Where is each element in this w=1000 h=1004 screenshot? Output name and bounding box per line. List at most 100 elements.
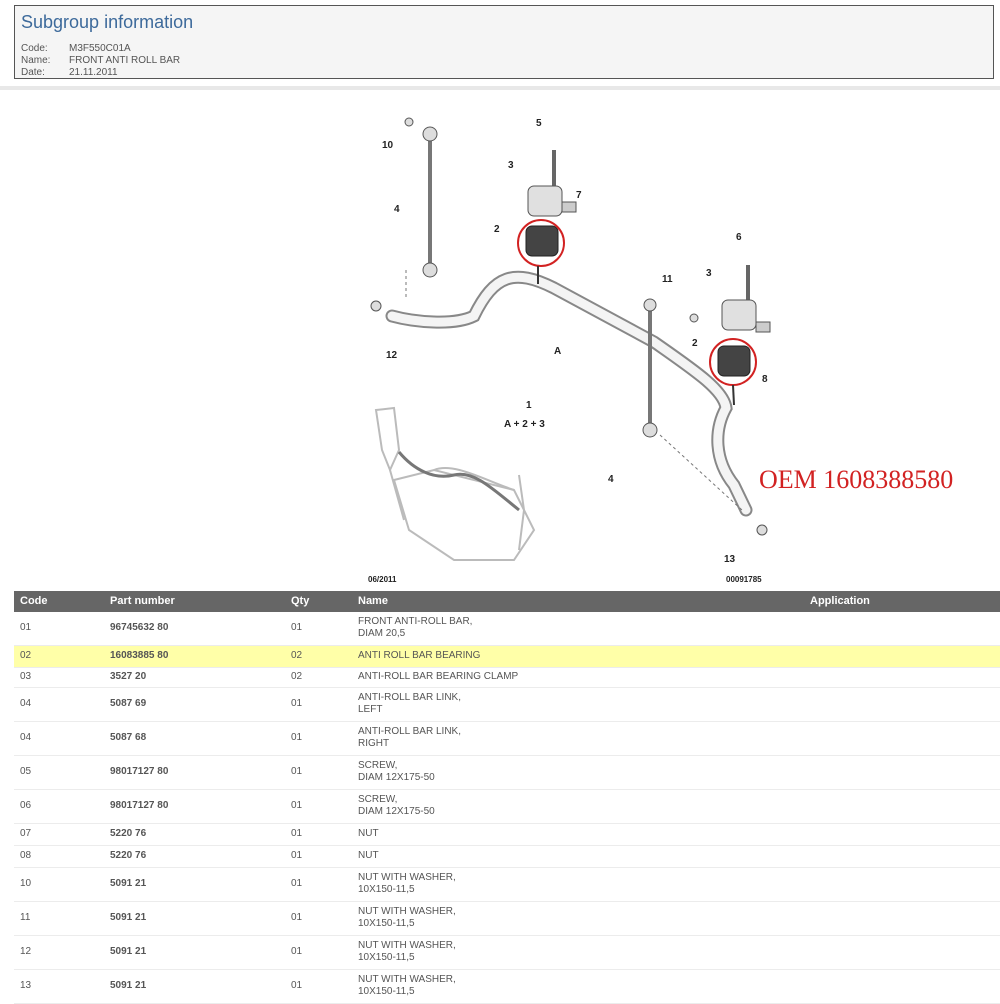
callout-12: 12	[386, 350, 398, 361]
date-value: 21.11.2011	[69, 67, 118, 78]
table-row[interactable]: 12 5091 21 01 NUT WITH WASHER, 10X150-11,5	[14, 936, 1000, 970]
row-name: ANTI-ROLL BAR LINK, LEFT	[358, 692, 461, 716]
code-row: Code: M3F550C01A	[21, 43, 131, 54]
row-name: NUT WITH WASHER, 10X150-11,5	[358, 940, 456, 964]
row-name: SCREW, DIAM 12X175-50	[358, 760, 435, 784]
callout-6: 6	[736, 232, 742, 243]
col-name[interactable]: Name	[358, 595, 388, 607]
row-part-number: 5220 76	[110, 828, 147, 839]
row-name-line-2: 10X150-11,5	[358, 986, 415, 997]
table-row[interactable]: 06 98017127 80 01 SCREW, DIAM 12X175-50	[14, 790, 1000, 824]
row-code: 04	[20, 698, 32, 709]
row-name-line-2: DIAM 20,5	[358, 628, 406, 639]
row-qty: 01	[291, 946, 303, 957]
row-part-number: 5091 21	[110, 912, 147, 923]
table-body: 01 96745632 80 01 FRONT ANTI-ROLL BAR, DIAM …	[14, 612, 1000, 1004]
row-part-number: 5091 21	[110, 946, 147, 957]
row-code: 12	[20, 946, 32, 957]
col-part-number[interactable]: Part number	[110, 595, 175, 607]
row-code: 04	[20, 732, 32, 743]
callout-3-upper: 3	[508, 160, 514, 171]
name-label: Name:	[21, 55, 51, 66]
row-name: SCREW, DIAM 12X175-50	[358, 794, 435, 818]
page-title: Subgroup information	[21, 12, 194, 32]
subgroup-info-panel: Subgroup information Code: M3F550C01A Nam…	[14, 5, 994, 79]
date-label: Date:	[21, 67, 45, 78]
date-row: Date: 21.11.2011	[21, 67, 118, 78]
row-part-number: 5091 21	[110, 980, 147, 991]
callout-formula: A + 2 + 3	[504, 419, 545, 430]
row-qty: 01	[291, 878, 303, 889]
table-row[interactable]: 13 5091 21 01 NUT WITH WASHER, 10X150-11,5	[14, 970, 1000, 1004]
oem-annotation: OEM 1608388580	[759, 465, 954, 494]
table-row[interactable]: 05 98017127 80 01 SCREW, DIAM 12X175-50	[14, 756, 1000, 790]
row-name: ANTI-ROLL BAR LINK, RIGHT	[358, 726, 461, 750]
row-name-line-1: FRONT ANTI-ROLL BAR,	[358, 616, 473, 627]
table-row[interactable]: 11 5091 21 01 NUT WITH WASHER, 10X150-11,5	[14, 902, 1000, 936]
row-code: 13	[20, 980, 32, 991]
row-name: ANTI-ROLL BAR BEARING CLAMP	[358, 671, 518, 683]
table-row[interactable]: 10 5091 21 01 NUT WITH WASHER, 10X150-11,5	[14, 868, 1000, 902]
row-qty: 01	[291, 980, 303, 991]
row-name: NUT	[358, 828, 379, 840]
code-label: Code:	[21, 43, 48, 54]
parts-diagram: 10 4 5 3 7 2 A 12 11 6 3 2 8 1 A + 2 + 3…	[14, 90, 1000, 590]
row-name-line-1: ANTI-ROLL BAR LINK,	[358, 692, 461, 703]
row-name-line-1: ANTI ROLL BAR BEARING	[358, 650, 481, 661]
callout-8: 8	[762, 374, 768, 385]
row-code: 10	[20, 878, 32, 889]
row-name-line-1: NUT	[358, 850, 379, 861]
diagram-ref: 00091785	[726, 575, 762, 584]
row-code: 07	[20, 828, 32, 839]
row-name-line-2: DIAM 12X175-50	[358, 806, 435, 817]
parts-table: Code Part number Qty Name Application 01…	[14, 591, 1000, 1004]
table-row[interactable]: 01 96745632 80 01 FRONT ANTI-ROLL BAR, DIAM …	[14, 612, 1000, 646]
row-code: 01	[20, 622, 32, 633]
table-row[interactable]: 04 5087 69 01 ANTI-ROLL BAR LINK, LEFT	[14, 688, 1000, 722]
callout-2-upper: 2	[494, 224, 500, 235]
row-name-line-1: SCREW,	[358, 794, 398, 805]
callout-4-left: 4	[394, 204, 400, 215]
row-qty: 02	[291, 650, 303, 661]
row-part-number: 98017127 80	[110, 800, 169, 811]
table-row[interactable]: 03 3527 20 02 ANTI-ROLL BAR BEARING CLAMP	[14, 668, 1000, 688]
row-part-number: 5220 76	[110, 850, 147, 861]
row-code: 03	[20, 671, 32, 682]
col-code[interactable]: Code	[20, 595, 48, 607]
name-row: Name: FRONT ANTI ROLL BAR	[21, 55, 180, 66]
callout-1: 1	[526, 400, 532, 411]
callout-A: A	[554, 346, 561, 357]
row-name-line-2: RIGHT	[358, 738, 390, 749]
row-name-line-1: SCREW,	[358, 760, 398, 771]
row-name: NUT WITH WASHER, 10X150-11,5	[358, 872, 456, 896]
table-row[interactable]: 08 5220 76 01 NUT	[14, 846, 1000, 868]
col-application[interactable]: Application	[810, 595, 870, 607]
row-name-line-2: 10X150-11,5	[358, 918, 415, 929]
row-name-line-1: NUT	[358, 828, 379, 839]
col-qty[interactable]: Qty	[291, 595, 309, 607]
table-row[interactable]: 02 16083885 80 02 ANTI ROLL BAR BEARING	[14, 646, 1000, 668]
callout-2-lower: 2	[692, 338, 698, 349]
row-part-number: 5087 69	[110, 698, 147, 709]
row-part-number: 98017127 80	[110, 766, 169, 777]
table-row[interactable]: 07 5220 76 01 NUT	[14, 824, 1000, 846]
row-code: 05	[20, 766, 32, 777]
row-qty: 01	[291, 800, 303, 811]
callout-3-lower: 3	[706, 268, 712, 279]
name-value: FRONT ANTI ROLL BAR	[69, 55, 181, 66]
row-qty: 01	[291, 850, 303, 861]
callout-11: 11	[662, 274, 673, 285]
row-name-line-2: LEFT	[358, 704, 383, 715]
table-row[interactable]: 04 5087 68 01 ANTI-ROLL BAR LINK, RIGHT	[14, 722, 1000, 756]
row-name: NUT WITH WASHER, 10X150-11,5	[358, 906, 456, 930]
row-name-line-1: NUT WITH WASHER,	[358, 906, 456, 917]
callout-5: 5	[536, 118, 542, 129]
row-name-line-1: NUT WITH WASHER,	[358, 974, 456, 985]
row-qty: 01	[291, 732, 303, 743]
row-part-number: 16083885 80	[110, 650, 169, 661]
row-code: 08	[20, 850, 32, 861]
callout-7: 7	[576, 190, 582, 201]
row-name-line-2: 10X150-11,5	[358, 884, 415, 895]
row-qty: 01	[291, 698, 303, 709]
row-name: ANTI ROLL BAR BEARING	[358, 650, 480, 662]
